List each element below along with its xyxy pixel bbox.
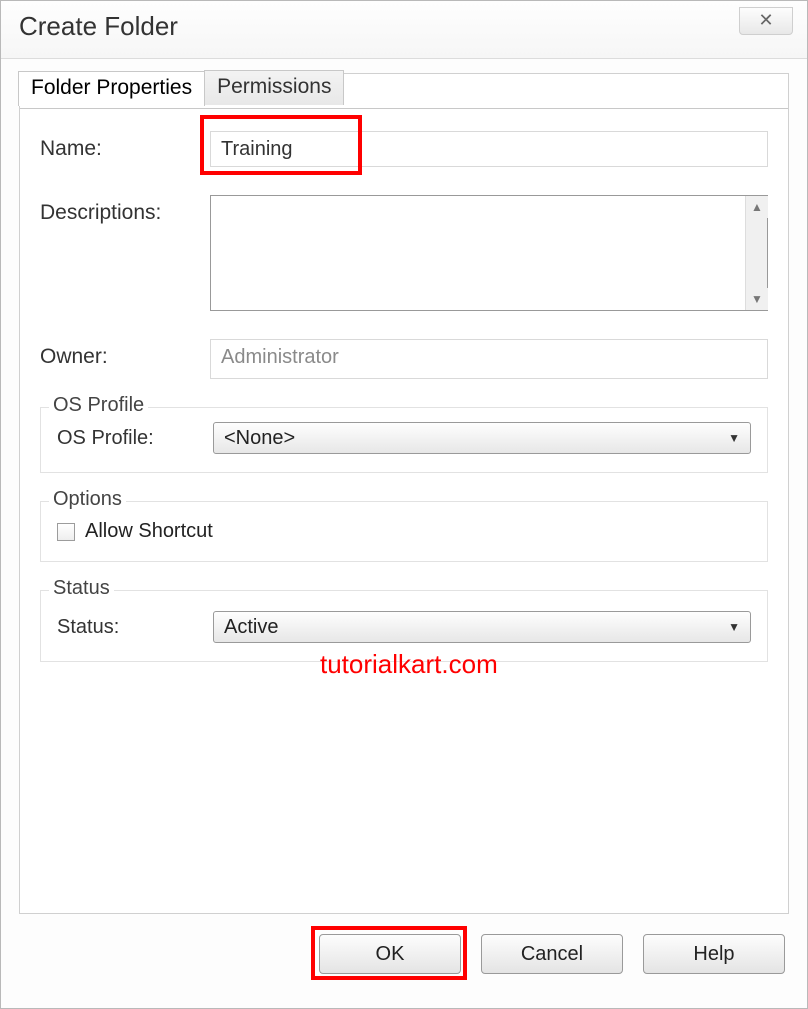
- create-folder-dialog: Create Folder ✕ Folder Properties Permis…: [0, 0, 808, 1009]
- name-row: Name:: [40, 131, 768, 167]
- cancel-button-label: Cancel: [521, 943, 583, 965]
- titlebar: Create Folder ✕: [1, 1, 807, 59]
- close-icon: ✕: [758, 10, 773, 30]
- tab-permissions[interactable]: Permissions: [204, 70, 344, 105]
- allow-shortcut-label: Allow Shortcut: [85, 520, 213, 543]
- status-selected: Active: [224, 616, 278, 639]
- options-legend: Options: [49, 488, 126, 511]
- close-button[interactable]: ✕: [739, 7, 793, 35]
- descriptions-scrollbar[interactable]: ▲ ▼: [745, 196, 767, 310]
- owner-label: Owner:: [40, 339, 210, 369]
- owner-field: Administrator: [210, 339, 768, 379]
- allow-shortcut-checkbox[interactable]: [57, 523, 75, 541]
- os-profile-select[interactable]: <None> ▼: [213, 422, 751, 454]
- chevron-down-icon: ▼: [728, 620, 740, 634]
- help-button[interactable]: Help: [643, 934, 785, 974]
- folder-properties-panel: Name: Descriptions: ▲ ▼: [20, 108, 788, 913]
- client-area: Folder Properties Permissions Name: Desc…: [19, 73, 789, 914]
- tab-folder-properties[interactable]: Folder Properties: [18, 71, 205, 106]
- ok-button[interactable]: OK: [319, 934, 461, 974]
- tabstrip: Folder Properties Permissions: [18, 70, 343, 105]
- descriptions-row: Descriptions: ▲ ▼: [40, 195, 768, 311]
- cancel-button[interactable]: Cancel: [481, 934, 623, 974]
- chevron-down-icon: ▼: [728, 431, 740, 445]
- os-profile-group: OS Profile OS Profile: <None> ▼: [40, 407, 768, 473]
- status-legend: Status: [49, 577, 114, 600]
- owner-row: Owner: Administrator: [40, 339, 768, 379]
- ok-button-label: OK: [376, 943, 405, 965]
- descriptions-input[interactable]: [211, 196, 745, 310]
- options-group: Options Allow Shortcut: [40, 501, 768, 562]
- descriptions-wrapper: ▲ ▼: [210, 195, 768, 311]
- name-label: Name:: [40, 131, 210, 161]
- scroll-up-icon[interactable]: ▲: [746, 196, 768, 218]
- owner-value: Administrator: [221, 346, 339, 368]
- descriptions-label: Descriptions:: [40, 195, 210, 225]
- status-label: Status:: [57, 616, 213, 639]
- os-profile-label: OS Profile:: [57, 427, 213, 450]
- tab-permissions-label: Permissions: [217, 75, 331, 98]
- tab-folder-properties-label: Folder Properties: [31, 76, 192, 99]
- status-select[interactable]: Active ▼: [213, 611, 751, 643]
- help-button-label: Help: [693, 943, 734, 965]
- scroll-down-icon[interactable]: ▼: [746, 288, 768, 310]
- name-input[interactable]: [210, 131, 768, 167]
- dialog-title: Create Folder: [19, 11, 178, 41]
- dialog-footer: OK Cancel Help: [1, 934, 807, 990]
- status-group: Status Status: Active ▼: [40, 590, 768, 662]
- os-profile-selected: <None>: [224, 427, 295, 450]
- os-profile-legend: OS Profile: [49, 394, 148, 417]
